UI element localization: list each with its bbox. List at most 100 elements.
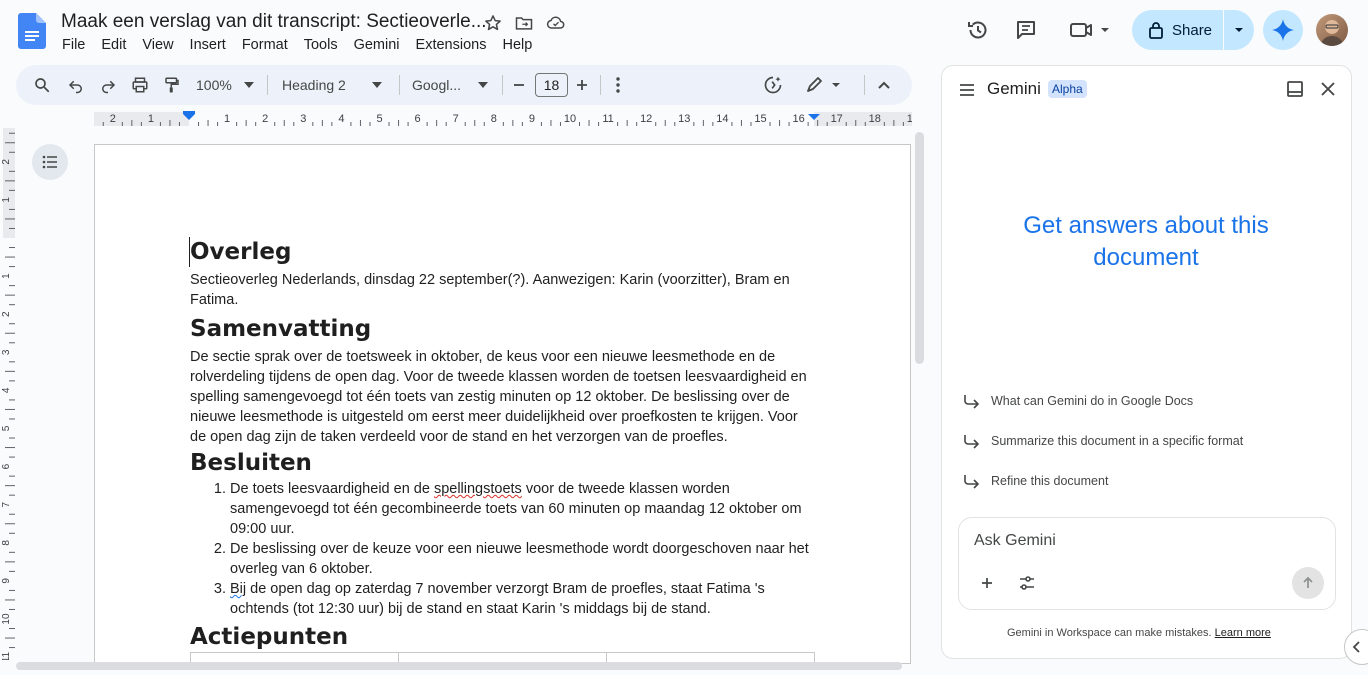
ruler-label: 8 [491, 113, 497, 125]
suggestion-chip[interactable]: What can Gemini do in Google Docs [962, 393, 1193, 409]
vruler-label: 11 [1, 651, 12, 660]
vertical-scrollbar[interactable] [915, 132, 924, 364]
menu-gemini[interactable]: Gemini [346, 37, 408, 53]
comments-icon[interactable] [1010, 14, 1042, 46]
paint-format-icon[interactable] [160, 65, 184, 105]
vruler-margin-top [3, 128, 15, 238]
table-column[interactable] [398, 653, 606, 662]
tools-icon[interactable] [1017, 573, 1037, 593]
list-item: De toets leesvaardigheid en de spellings… [230, 479, 810, 539]
heading-samenvatting: Samenvatting [190, 316, 372, 342]
ruler-margin-right [814, 112, 912, 126]
menu-format[interactable]: Format [234, 37, 296, 53]
version-history-icon[interactable] [962, 14, 994, 46]
undo-icon[interactable] [64, 65, 88, 105]
ruler-label: 11 [602, 113, 613, 125]
cloud-saved-icon[interactable] [546, 13, 566, 33]
font-family-value: Googl... [412, 77, 462, 93]
ruler-label: 5 [376, 113, 382, 125]
suggestion-chip[interactable]: Summarize this document in a specific fo… [962, 433, 1243, 449]
menu-help[interactable]: Help [494, 37, 540, 53]
move-to-folder-icon[interactable] [514, 13, 534, 33]
ruler-label: 19 [907, 113, 912, 125]
vruler-label: 10 [1, 613, 12, 625]
table-column[interactable] [190, 653, 398, 662]
action-items-table[interactable] [190, 652, 815, 662]
menu-edit[interactable]: Edit [93, 37, 134, 53]
vruler-label: 7 [1, 501, 12, 507]
panel-layout-icon[interactable] [1285, 79, 1305, 99]
meet-call-icon[interactable] [1066, 14, 1114, 46]
ruler-label: 10 [564, 113, 576, 125]
document-outline-button[interactable] [32, 144, 68, 180]
ruler-label: 16 [792, 113, 804, 125]
toolbar-separator [864, 75, 865, 95]
spelling-flag[interactable]: spellingstoets [434, 481, 522, 497]
toolbar: 100% Heading 2 Googl... [16, 65, 912, 105]
collapse-menus-icon[interactable] [874, 65, 894, 105]
menu-extensions[interactable]: Extensions [408, 37, 495, 53]
font-size-input[interactable] [535, 73, 568, 97]
close-icon[interactable] [1318, 79, 1338, 99]
editing-mode-select[interactable] [802, 65, 846, 105]
increase-font-size-icon[interactable] [572, 65, 592, 105]
intro-paragraph: Sectieoverleg Nederlands, dinsdag 22 sep… [190, 272, 790, 308]
ruler-label: 18 [869, 113, 881, 125]
document-title[interactable]: Maak een verslag van dit transcript: Sec… [61, 11, 487, 33]
learn-more-link[interactable]: Learn more [1215, 627, 1271, 639]
suggestion-arrow-icon [964, 435, 980, 449]
toolbar-separator [600, 75, 601, 95]
menu-view[interactable]: View [134, 37, 181, 53]
docs-logo-icon[interactable] [18, 13, 46, 49]
vruler-label: 4 [1, 387, 12, 393]
menu-file[interactable]: File [54, 37, 93, 53]
ruler-label: 13 [678, 113, 690, 125]
gemini-refine-icon[interactable] [761, 65, 785, 105]
account-avatar[interactable] [1316, 14, 1348, 46]
gemini-menu-icon[interactable] [957, 80, 977, 100]
star-icon[interactable] [483, 13, 503, 33]
decisions-list: De toets leesvaardigheid en de spellings… [230, 479, 810, 619]
grammar-flag[interactable]: Bij [230, 581, 246, 597]
vertical-ruler[interactable]: 2 1 1 2 3 4 5 6 7 8 9 10 11 [0, 128, 16, 660]
vruler-label: 5 [1, 425, 12, 431]
ruler-label: 12 [640, 113, 652, 125]
gemini-sparkle-button[interactable] [1263, 10, 1303, 50]
font-family-select[interactable]: Googl... [408, 65, 492, 105]
share-main[interactable]: Share [1132, 10, 1223, 50]
send-button[interactable] [1292, 567, 1324, 599]
gemini-panel-title: Gemini [987, 79, 1041, 98]
ruler-label: 2 [262, 113, 268, 125]
heading-besluiten: Besluiten [190, 450, 312, 476]
table-column[interactable] [606, 653, 815, 662]
menu-insert[interactable]: Insert [182, 37, 234, 53]
suggestion-chip[interactable]: Refine this document [962, 473, 1108, 489]
share-dropdown-button[interactable] [1224, 10, 1254, 50]
horizontal-ruler[interactable]: 2112345678910111213141516171819 [94, 108, 912, 128]
zoom-select[interactable]: 100% [192, 65, 260, 105]
alpha-badge: Alpha [1048, 80, 1087, 98]
menu-tools[interactable]: Tools [296, 37, 346, 53]
ask-gemini-box[interactable] [958, 517, 1336, 610]
suggestion-arrow-icon [964, 475, 980, 489]
ruler-label: 7 [453, 113, 459, 125]
more-options-icon[interactable] [608, 65, 628, 105]
side-panel-collapse-button[interactable] [1344, 629, 1368, 665]
decrease-font-size-icon[interactable] [509, 65, 529, 105]
share-button[interactable]: Share [1132, 10, 1254, 50]
paragraph-style-select[interactable]: Heading 2 [278, 65, 386, 105]
ask-gemini-input[interactable] [974, 532, 1274, 550]
document-body[interactable]: Overleg Sectieoverleg Nederlands, dinsda… [189, 237, 810, 652]
list-item: De beslissing over de keuze voor een nie… [230, 539, 810, 579]
share-label: Share [1172, 21, 1213, 39]
horizontal-scrollbar[interactable] [16, 662, 902, 670]
redo-icon[interactable] [96, 65, 120, 105]
paragraph-style-value: Heading 2 [282, 77, 346, 93]
add-icon[interactable] [977, 573, 997, 593]
toolbar-separator [399, 75, 400, 95]
zoom-value: 100% [196, 77, 232, 93]
menu-bar: File Edit View Insert Format Tools Gemin… [54, 37, 540, 53]
search-menus-icon[interactable] [30, 65, 54, 105]
vruler-label: 8 [1, 540, 12, 546]
print-icon[interactable] [128, 65, 152, 105]
